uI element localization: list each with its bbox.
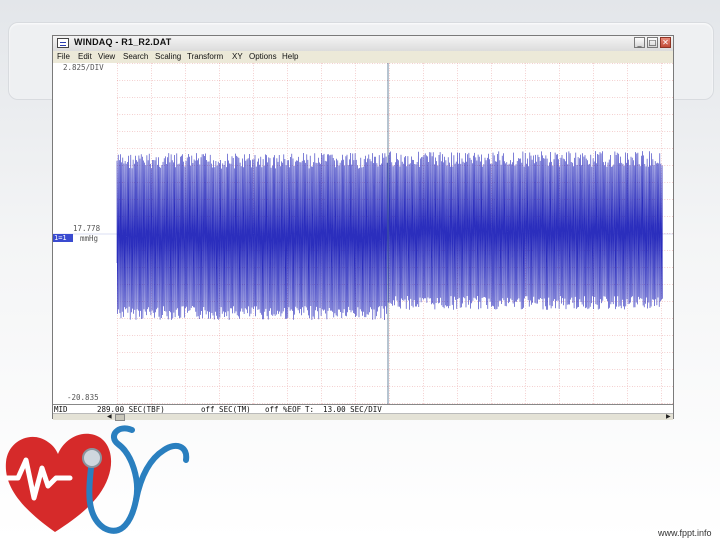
waveform-canvas[interactable] [53,63,673,404]
title-bar[interactable]: WINDAQ - R1_R2.DAT _ □ ✕ [53,36,673,52]
channel-badge[interactable]: 1=1 [53,234,73,242]
waveform-plot[interactable]: 2.825/DIV 17.778 1=1 mmHg -20.835 [53,63,673,404]
menu-bar: File Edit View Search Scaling Transform … [53,51,673,63]
bottom-value-label: -20.835 [67,393,99,402]
heart-stethoscope-icon [0,425,190,534]
menu-view[interactable]: View [98,52,115,61]
window-title: WINDAQ - R1_R2.DAT [74,37,172,47]
waveform-trace [116,151,663,321]
mid-value-label: 17.778 [73,224,101,233]
menu-help[interactable]: Help [282,52,298,61]
horizontal-scrollbar[interactable]: ◀ ▶ [53,413,673,421]
stethoscope-chestpiece [82,448,102,468]
minimize-button[interactable]: _ [634,37,645,48]
windaq-window: WINDAQ - R1_R2.DAT _ □ ✕ File Edit View … [52,35,674,421]
menu-xy[interactable]: XY [232,52,243,61]
maximize-button[interactable]: □ [647,37,658,48]
menu-search[interactable]: Search [123,52,148,61]
close-button[interactable]: ✕ [660,37,671,48]
scale-per-div-label: 2.825/DIV [63,63,104,72]
menu-edit[interactable]: Edit [78,52,92,61]
menu-options[interactable]: Options [249,52,277,61]
credit-text: www.fppt.info [658,528,712,538]
scroll-right-arrow-icon[interactable]: ▶ [666,414,671,420]
menu-scaling[interactable]: Scaling [155,52,181,61]
menu-file[interactable]: File [57,52,70,61]
unit-label: mmHg [80,234,99,243]
app-icon [57,38,69,48]
menu-transform[interactable]: Transform [187,52,223,61]
